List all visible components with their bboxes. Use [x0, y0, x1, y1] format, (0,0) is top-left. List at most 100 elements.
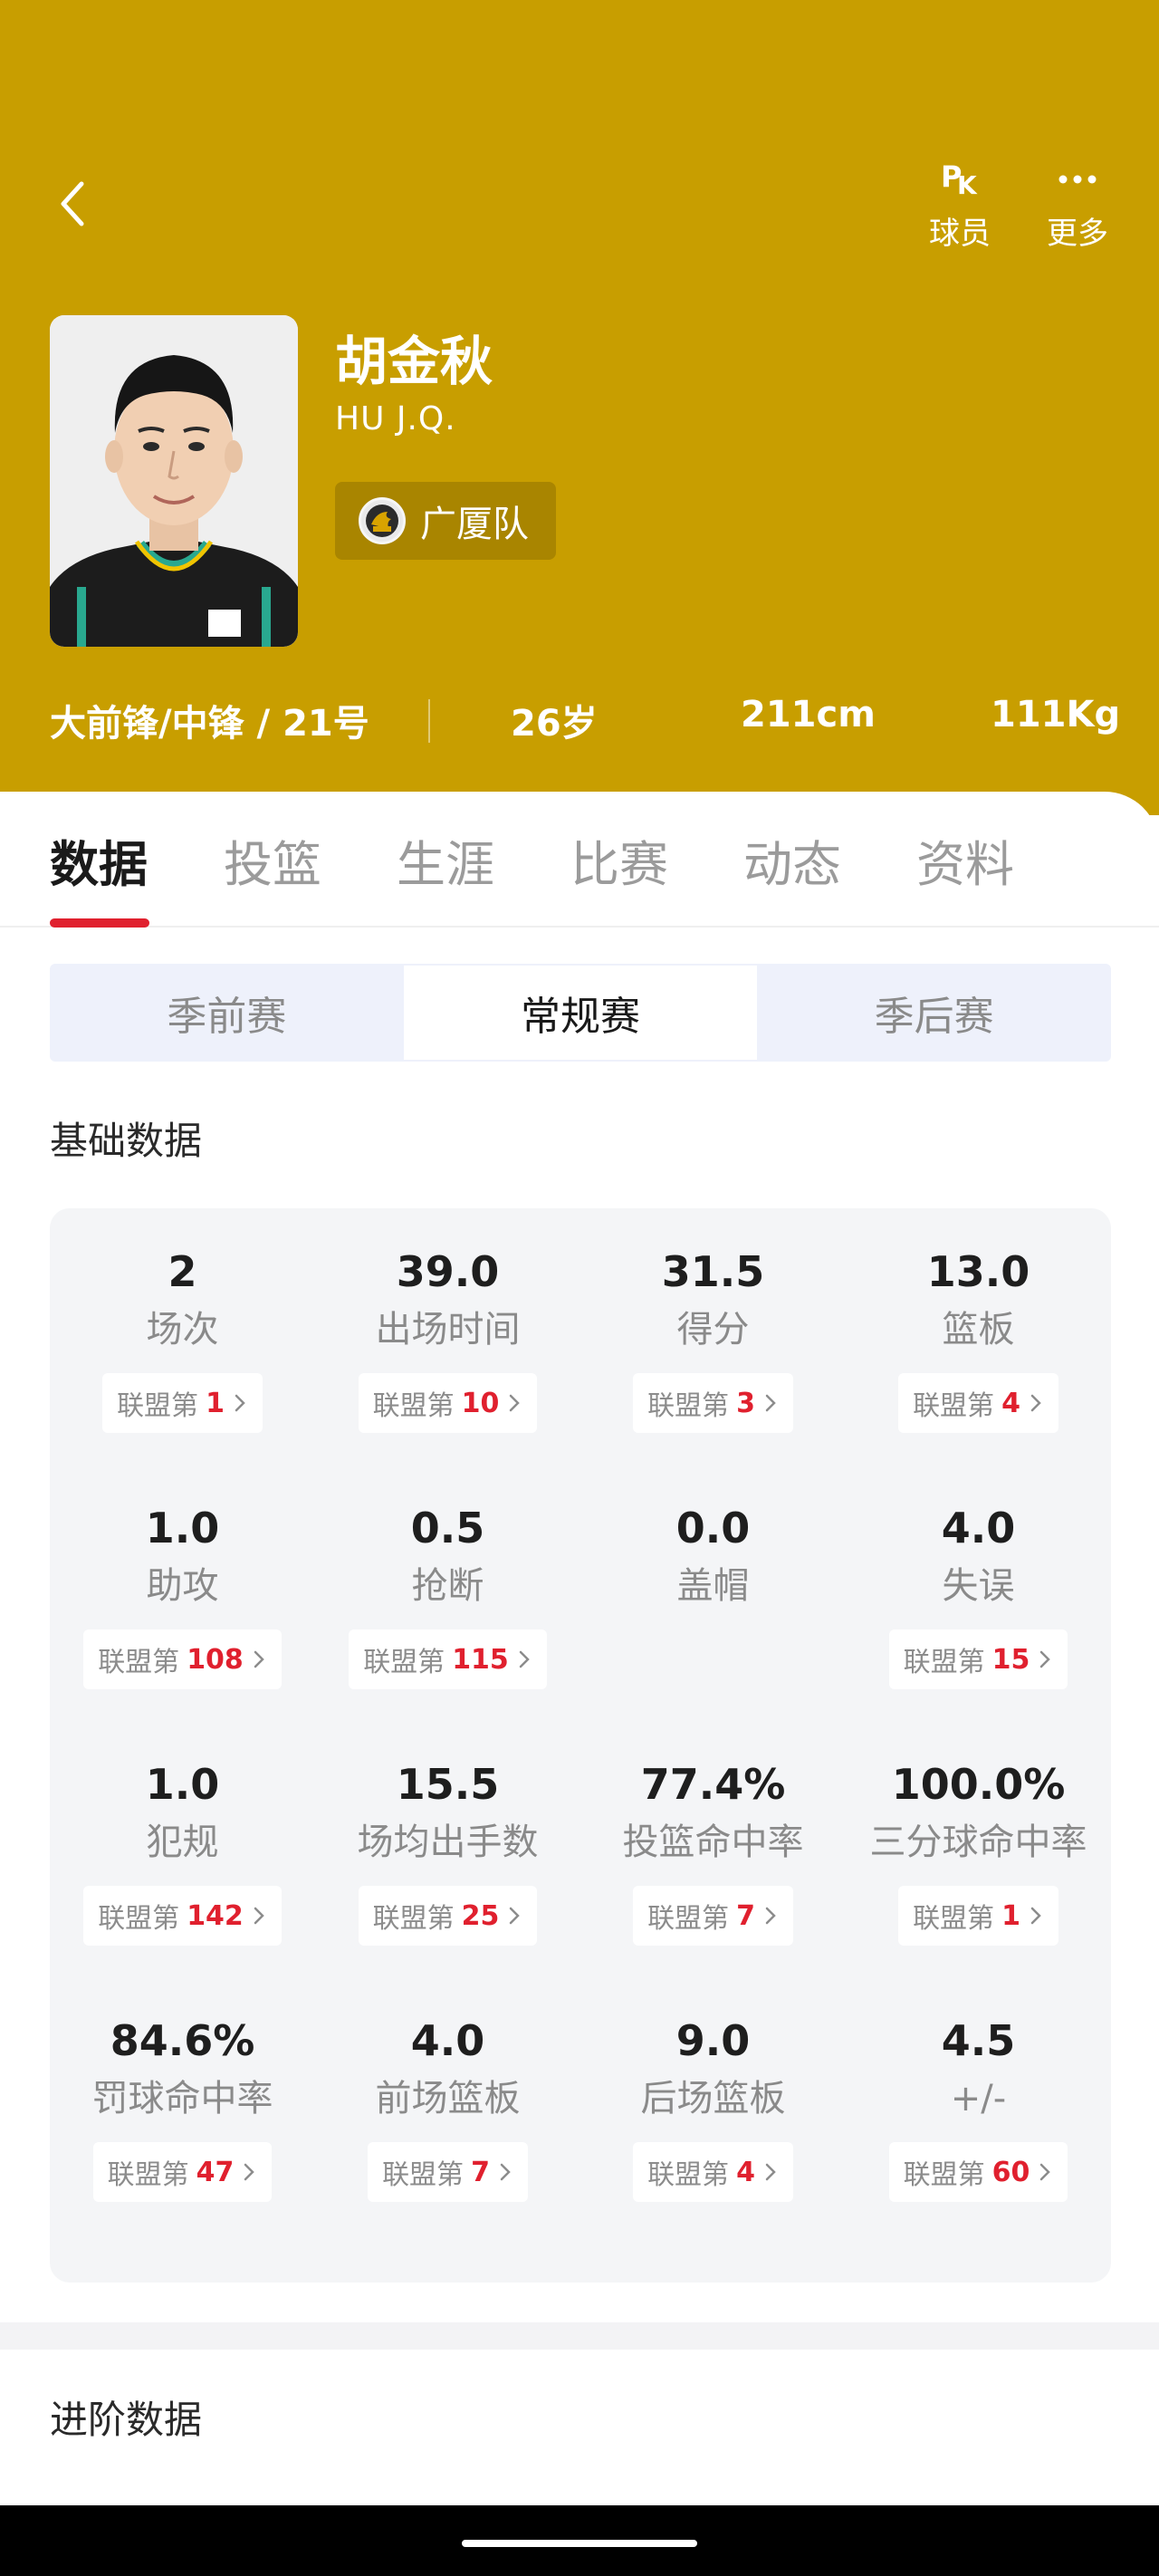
section-separator	[0, 2322, 1159, 2350]
rank-prefix: 联盟第	[913, 1903, 995, 1935]
stat-item: 0.0 盖帽	[580, 1501, 846, 1610]
stat-label: 前场篮板	[375, 2078, 521, 2119]
league-rank-button[interactable]: 联盟第 60	[888, 2142, 1068, 2202]
chevron-right-icon	[510, 1907, 521, 1925]
stat-item: 39.0 出场时间联盟第 10	[315, 1245, 580, 1433]
rank-number: 4	[1001, 1387, 1020, 1419]
stat-value: 1.0	[145, 1504, 220, 1552]
rank-number: 115	[452, 1643, 509, 1676]
season-preseason[interactable]: 季前赛	[50, 964, 404, 1062]
stat-item: 1.0 助攻联盟第 108	[50, 1501, 315, 1689]
stat-item: 100.0% 三分球命中率 联盟第 1	[846, 1757, 1111, 1946]
stat-value: 15.5	[396, 1760, 500, 1809]
league-rank-button[interactable]: 联盟第 3	[633, 1373, 793, 1433]
chevron-right-icon	[1030, 1907, 1041, 1925]
stat-item: 31.5 得分 联盟第 3	[580, 1245, 846, 1433]
chevron-right-icon	[500, 2163, 511, 2181]
more-button[interactable]: 更多	[1028, 156, 1127, 253]
chevron-right-icon	[1030, 1394, 1041, 1412]
rank-prefix: 联盟第	[913, 1390, 995, 1422]
rank-prefix: 联盟第	[647, 1390, 730, 1422]
stat-label: 罚球命中率	[91, 2078, 273, 2119]
stat-value: 39.0	[396, 1247, 500, 1296]
tab-data[interactable]: 数据	[50, 824, 148, 896]
home-indicator[interactable]	[462, 2540, 697, 2547]
chevron-right-icon	[510, 1394, 521, 1412]
league-rank-button[interactable]: 联盟第 25	[358, 1886, 538, 1946]
rank-number: 47	[196, 2156, 235, 2188]
stat-item: 4.0 失误联盟第 15	[846, 1501, 1111, 1689]
chevron-right-icon	[235, 1394, 245, 1412]
league-rank-button[interactable]: 联盟第 1	[102, 1373, 263, 1433]
league-rank-button[interactable]: 联盟第 115	[349, 1629, 547, 1689]
league-rank-button[interactable]: 联盟第 108	[83, 1629, 282, 1689]
tab-news[interactable]: 动态	[743, 824, 841, 896]
stat-item: 77.4% 投篮命中率 联盟第 7	[580, 1757, 846, 1946]
tab-profile[interactable]: 资料	[916, 824, 1014, 896]
more-icon	[1058, 175, 1097, 184]
chevron-right-icon	[1040, 1650, 1051, 1668]
stat-value: 0.0	[675, 1504, 751, 1552]
info-divider	[428, 699, 430, 743]
team-logo-icon	[359, 497, 406, 544]
player-avatar	[50, 315, 298, 647]
rank-prefix: 联盟第	[98, 1647, 180, 1678]
season-playoffs[interactable]: 季后赛	[757, 964, 1111, 1062]
stat-label: 场次	[146, 1309, 219, 1350]
tab-matches[interactable]: 比赛	[570, 824, 668, 896]
rank-number: 1	[206, 1387, 225, 1419]
league-rank-button[interactable]: 联盟第 47	[92, 2142, 273, 2202]
stat-item: 2 场次 联盟第 1	[50, 1245, 315, 1433]
player-height: 211cm	[741, 694, 876, 735]
chevron-left-icon	[61, 181, 84, 226]
player-weight: 111Kg	[991, 694, 1121, 735]
stat-label: 助攻	[146, 1565, 219, 1607]
content-panel: 数据 投篮 生涯 比赛 动态 资料 季前赛 常规赛 季后赛 基础数据 2 场次 联盟…	[0, 792, 1159, 2513]
rank-prefix: 联盟第	[98, 1903, 180, 1935]
rank-number: 3	[736, 1387, 755, 1419]
position-number: 大前锋/中锋 / 21号	[50, 703, 369, 745]
player-header: PK 球员 更多 胡金秋 HU J.Q. 广厦队 大前锋/中锋 / 21号 26…	[0, 0, 1159, 815]
league-rank-button[interactable]: 联盟第 10	[358, 1373, 538, 1433]
basic-stats-card: 2 场次 联盟第 1 39.0 出场时间 联盟第 10 31.5 得分 联盟第 3 13.0 篮板 联盟第 4…	[50, 1208, 1111, 2283]
league-rank-button[interactable]: 联盟第 4	[633, 2142, 793, 2202]
stat-value: 77.4%	[640, 1760, 786, 1809]
league-rank-button[interactable]: 联盟第 7	[368, 2142, 528, 2202]
rank-number: 60	[991, 2156, 1030, 2188]
chevron-right-icon	[254, 1907, 264, 1925]
active-tab-indicator	[50, 918, 149, 928]
pk-player-button[interactable]: PK 球员	[910, 156, 1010, 253]
stat-value: 9.0	[675, 2016, 751, 2065]
stat-label: 场均出手数	[357, 1821, 539, 1863]
rank-number: 142	[187, 1899, 244, 1932]
rank-prefix: 联盟第	[363, 1647, 445, 1678]
rank-number: 25	[461, 1899, 500, 1932]
pk-icon: PK	[941, 159, 977, 200]
stat-label: 失误	[942, 1565, 1015, 1607]
league-rank-button[interactable]: 联盟第 15	[888, 1629, 1068, 1689]
rank-number: 4	[736, 2156, 755, 2188]
league-rank-button[interactable]: 联盟第 1	[898, 1886, 1058, 1946]
back-button[interactable]	[45, 172, 100, 235]
stat-value: 4.0	[941, 1504, 1016, 1552]
chevron-right-icon	[765, 1394, 776, 1412]
stat-value: 100.0%	[891, 1760, 1066, 1809]
season-regular[interactable]: 常规赛	[403, 964, 758, 1062]
stat-label: 后场篮板	[640, 2078, 786, 2119]
stat-item: 0.5 抢断 联盟第 115	[315, 1501, 580, 1689]
team-tag[interactable]: 广厦队	[335, 482, 556, 560]
league-rank-button[interactable]: 联盟第 142	[83, 1886, 282, 1946]
stat-item: 4.5 +/- 联盟第 60	[846, 2014, 1111, 2202]
tab-shooting[interactable]: 投篮	[224, 824, 321, 896]
tab-career[interactable]: 生涯	[397, 824, 494, 896]
more-label: 更多	[1047, 216, 1108, 252]
stat-item: 15.5 场均出手数联盟第 25	[315, 1757, 580, 1946]
rank-number: 15	[991, 1643, 1030, 1676]
stat-value: 13.0	[926, 1247, 1030, 1296]
stat-value: 0.5	[410, 1504, 485, 1552]
chevron-right-icon	[765, 1907, 776, 1925]
stat-label: 出场时间	[375, 1309, 521, 1350]
league-rank-button[interactable]: 联盟第 4	[898, 1373, 1058, 1433]
stat-value: 4.5	[941, 2016, 1016, 2065]
league-rank-button[interactable]: 联盟第 7	[633, 1886, 793, 1946]
